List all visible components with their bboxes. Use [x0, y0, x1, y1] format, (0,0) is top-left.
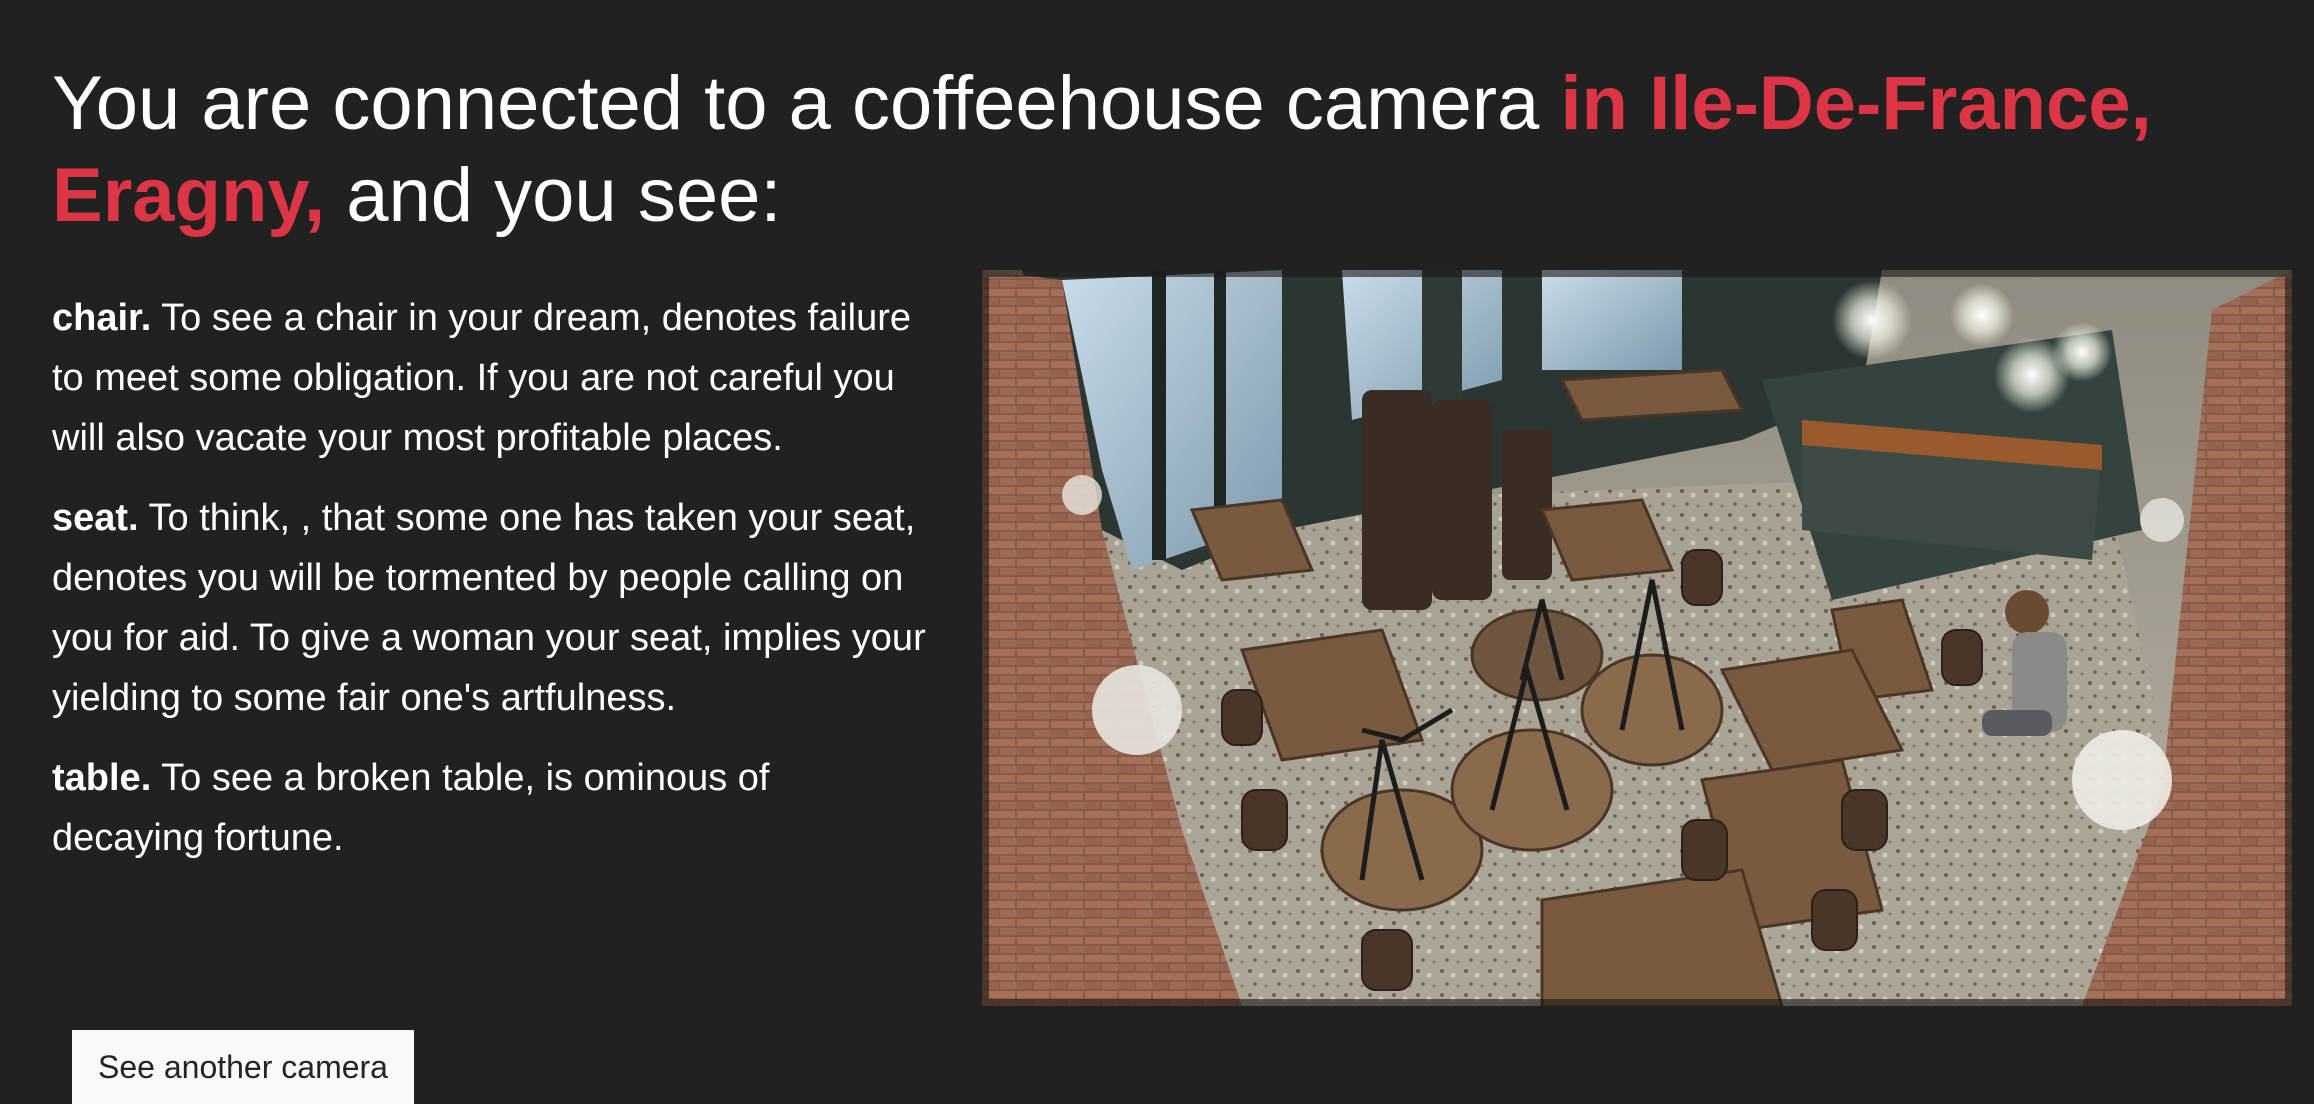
description-term: table. — [52, 757, 152, 799]
coffeehouse-camera-feed — [982, 270, 2292, 1006]
headline-suffix: and you see: — [346, 153, 782, 238]
description-text: To see a broken table, is ominous of dec… — [52, 757, 770, 859]
description-text: To see a chair in your dream, denotes fa… — [52, 297, 912, 459]
description-term: seat. — [52, 497, 139, 539]
description-seat: seat. To think, , that some one has take… — [52, 488, 932, 728]
description-text: To think, , that some one has taken your… — [52, 497, 926, 719]
page: You are connected to a coffeehouse camer… — [0, 0, 2314, 1104]
headline-prefix: You are connected to a coffeehouse camer… — [52, 61, 1540, 146]
description-table: table. To see a broken table, is ominous… — [52, 748, 932, 868]
page-title: You are connected to a coffeehouse camer… — [52, 58, 2272, 242]
description-term: chair. — [52, 297, 152, 339]
dream-descriptions: chair. To see a chair in your dream, den… — [52, 288, 932, 888]
camera-image — [982, 270, 2292, 1006]
see-another-camera-button[interactable]: See another camera — [72, 1030, 414, 1104]
description-chair: chair. To see a chair in your dream, den… — [52, 288, 932, 468]
